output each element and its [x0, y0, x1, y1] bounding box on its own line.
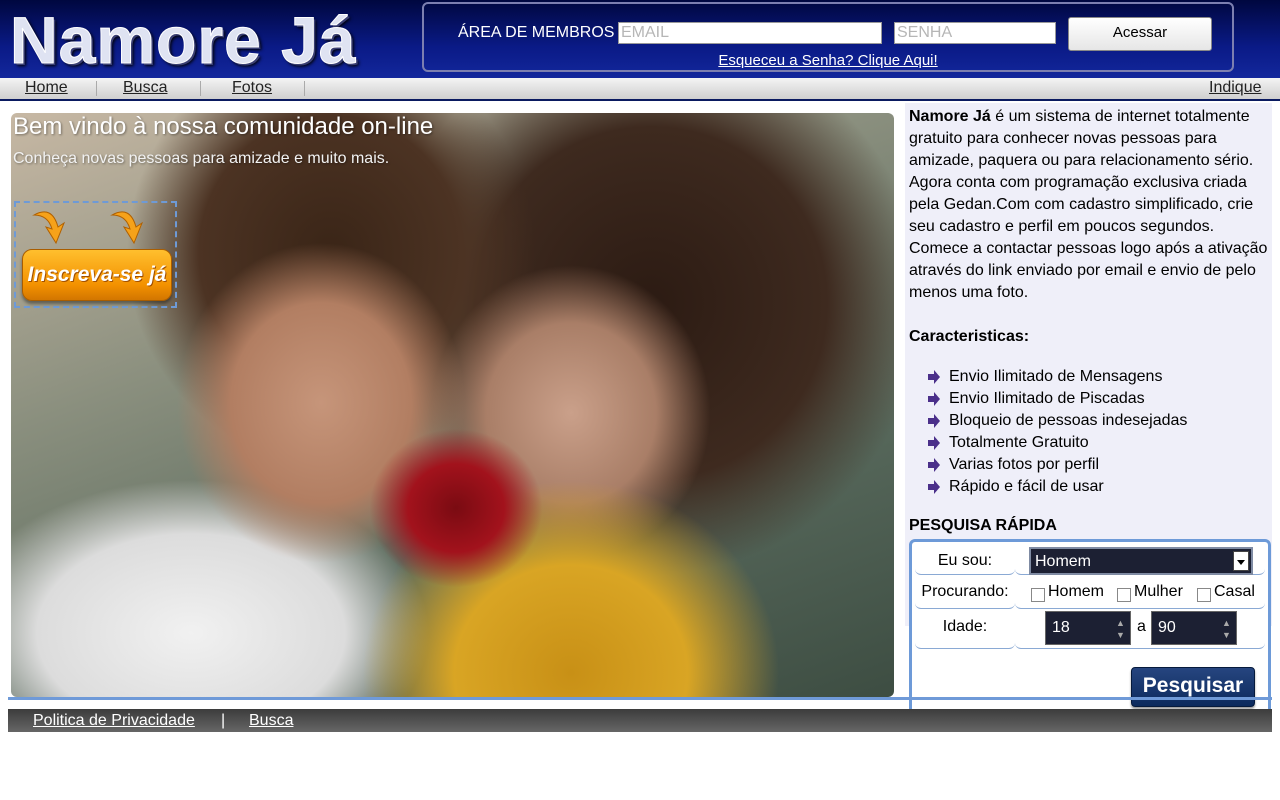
gender-select-value: Homem: [1035, 553, 1092, 570]
dropdown-arrow-icon[interactable]: [1233, 551, 1249, 571]
member-login-panel: ÁREA DE MEMBROS EMAIL SENHA Acessar Esqu…: [422, 2, 1234, 72]
arrow-bullet-icon: [928, 370, 940, 384]
privacy-policy-link[interactable]: Politica de Privacidade: [33, 712, 195, 730]
intro-brand: Namore Já: [909, 108, 991, 125]
nav-fotos[interactable]: Fotos: [232, 79, 272, 97]
feature-item: Envio Ilimitado de Piscadas: [928, 390, 1145, 408]
curved-arrow-icon: [32, 211, 66, 245]
feature-label: Envio Ilimitado de Piscadas: [949, 390, 1145, 407]
checkbox-casal[interactable]: [1197, 588, 1211, 602]
intro-paragraph: Namore Já é um sistema de internet total…: [909, 106, 1276, 304]
login-button[interactable]: Acessar: [1068, 17, 1212, 51]
hero-banner-photo: Bem vindo à nossa comunidade on-line Con…: [11, 113, 894, 697]
feature-label: Bloqueio de pessoas indesejadas: [949, 412, 1188, 429]
features-title: Caracteristicas:: [909, 328, 1030, 345]
hero-title: Bem vindo à nossa comunidade on-line: [13, 113, 434, 140]
arrow-bullet-icon: [928, 392, 940, 406]
spin-up-icon[interactable]: ▲: [1116, 618, 1126, 628]
nav-divider: [96, 81, 97, 96]
feature-item: Totalmente Gratuito: [928, 434, 1089, 452]
signup-button[interactable]: Inscreva-se já: [22, 249, 172, 301]
age-min-value: 18: [1052, 619, 1070, 636]
feature-item: Envio Ilimitado de Mensagens: [928, 368, 1163, 386]
checkbox-homem-label: Homem: [1048, 583, 1105, 600]
age-max-value: 90: [1158, 619, 1176, 636]
members-area-label: ÁREA DE MEMBROS: [458, 24, 615, 41]
arrow-bullet-icon: [928, 458, 940, 472]
i-am-label: Eu sou:: [937, 552, 993, 569]
arrow-bullet-icon: [928, 436, 940, 450]
checkbox-mulher-label: Mulher: [1134, 583, 1183, 600]
header: Namore Já ÁREA DE MEMBROS EMAIL SENHA Ac…: [0, 0, 1280, 78]
footer-divider: [8, 697, 1272, 700]
nav-home[interactable]: Home: [25, 79, 68, 97]
arrow-bullet-icon: [928, 414, 940, 428]
feature-item: Bloqueio de pessoas indesejadas: [928, 412, 1188, 430]
signup-badge[interactable]: Inscreva-se já: [14, 201, 177, 308]
age-max-input[interactable]: 90 ▲ ▼: [1151, 611, 1237, 645]
site-logo[interactable]: Namore Já: [10, 2, 357, 78]
feature-item: Rápido e fácil de usar: [928, 478, 1104, 496]
feature-label: Varias fotos por perfil: [949, 456, 1099, 473]
gender-select[interactable]: Homem: [1029, 547, 1253, 575]
footer-search-link[interactable]: Busca: [249, 712, 293, 730]
nav-divider: [304, 81, 305, 96]
checkbox-homem[interactable]: [1031, 588, 1045, 602]
email-input[interactable]: EMAIL: [618, 22, 882, 44]
checkbox-mulher[interactable]: [1117, 588, 1131, 602]
hero-subtitle: Conheça novas pessoas para amizade e mui…: [13, 150, 390, 167]
spin-up-icon[interactable]: ▲: [1222, 618, 1232, 628]
curved-arrow-icon: [110, 211, 144, 245]
spin-down-icon[interactable]: ▼: [1116, 630, 1126, 640]
nav-divider: [200, 81, 201, 96]
footer-bar: Politica de Privacidade | Busca: [8, 709, 909, 732]
nav-bar: Home Busca Fotos Indique: [0, 78, 1280, 101]
age-min-input[interactable]: 18 ▲ ▼: [1045, 611, 1131, 645]
intro-text: é um sistema de internet totalmente grat…: [909, 108, 1268, 301]
feature-label: Envio Ilimitado de Mensagens: [949, 368, 1163, 385]
nav-busca[interactable]: Busca: [123, 79, 167, 97]
signup-label: Inscreva-se já: [27, 263, 167, 286]
footer-bar-right: [909, 709, 1272, 732]
nav-indique[interactable]: Indique: [1209, 79, 1262, 97]
feature-label: Totalmente Gratuito: [949, 434, 1089, 451]
password-input[interactable]: SENHA: [894, 22, 1056, 44]
arrow-bullet-icon: [928, 480, 940, 494]
quick-search-title: PESQUISA RÁPIDA: [909, 517, 1057, 534]
forgot-password-link[interactable]: Esqueceu a Senha? Clique Aqui!: [424, 52, 1232, 69]
feature-item: Varias fotos por perfil: [928, 456, 1099, 474]
spin-down-icon[interactable]: ▼: [1222, 630, 1232, 640]
feature-label: Rápido e fácil de usar: [949, 478, 1104, 495]
age-label: Idade:: [942, 618, 988, 635]
looking-for-label: Procurando:: [921, 583, 1009, 600]
footer-separator: |: [221, 712, 226, 729]
checkbox-casal-label: Casal: [1214, 583, 1255, 600]
search-button[interactable]: Pesquisar: [1131, 667, 1255, 707]
age-separator: a: [1137, 618, 1146, 635]
